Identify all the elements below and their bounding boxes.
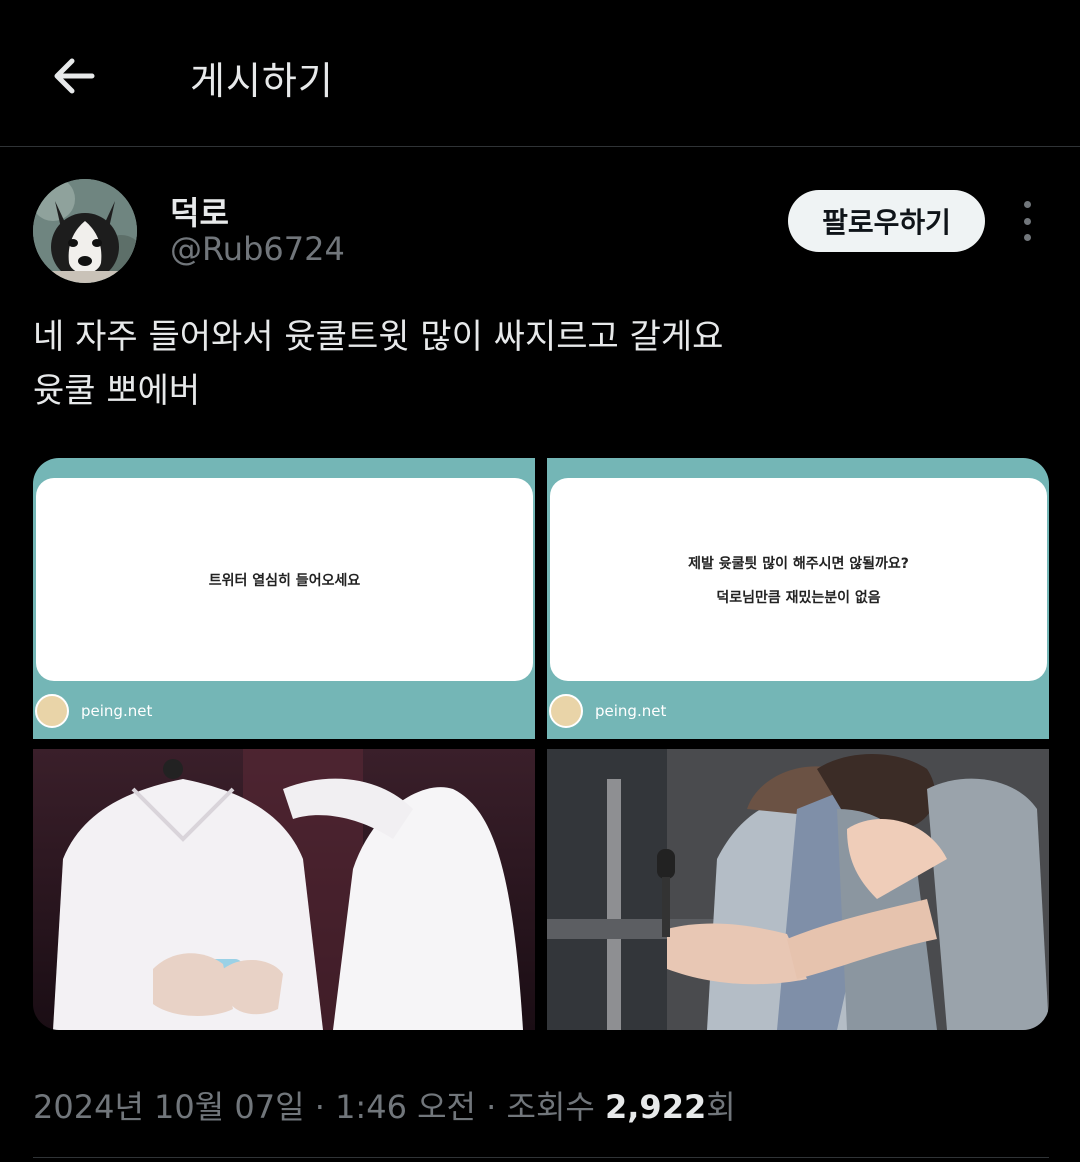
user-handle[interactable]: @Rub6724	[170, 230, 345, 268]
peing-logo-icon	[35, 694, 69, 728]
meta-separator: ·	[486, 1088, 497, 1126]
media-photo-1[interactable]	[33, 749, 535, 1030]
peing-question-card: 제발 윳쿨틧 많이 해주시면 않될까요? 덕로님만큼 재밌는분이 없음	[550, 478, 1047, 681]
peing-question-text: 트위터 열심히 들어오세요	[208, 572, 361, 589]
display-name[interactable]: 덕로	[170, 188, 229, 234]
more-vertical-icon-dot	[1023, 217, 1031, 225]
peing-source-label: peing.net	[595, 702, 667, 720]
follow-button[interactable]: 팔로우하기	[788, 190, 985, 252]
meta-separator: ·	[314, 1088, 325, 1126]
peing-question-text: 제발 윳쿨틧 많이 해주시면 않될까요?	[688, 555, 909, 572]
media-grid: 트위터 열심히 들어오세요 peing.net 제발 윳쿨틧 많이 해주시면 않…	[33, 458, 1049, 1030]
tweet-meta: 2024년 10월 07일 · 1:46 오전 · 조회수 2,922회	[33, 1082, 736, 1128]
views-suffix: 회	[706, 1088, 736, 1126]
tweet-time: 1:46 오전	[335, 1088, 476, 1126]
tweet-date: 2024년 10월 07일	[33, 1088, 305, 1126]
tweet-line: 네 자주 들어와서 윳쿨트윗 많이 싸지르고 갈게요	[33, 317, 724, 357]
peing-question-text: 덕로님만큼 재밌는분이 없음	[716, 589, 881, 606]
top-bar: 게시하기	[0, 0, 1080, 147]
peing-logo-icon	[549, 694, 583, 728]
tweet-line: 윳쿨 뽀에버	[33, 371, 201, 411]
arrow-left-icon	[54, 58, 95, 94]
concert-photo	[547, 749, 1049, 1030]
concert-photo	[33, 749, 535, 1030]
peing-source-label: peing.net	[81, 702, 153, 720]
peing-question-card: 트위터 열심히 들어오세요	[36, 478, 533, 681]
tweet-text: 네 자주 들어와서 윳쿨트윗 많이 싸지르고 갈게요 윳쿨 뽀에버	[33, 310, 1033, 418]
divider	[33, 1157, 1049, 1158]
more-vertical-icon-dot	[1023, 234, 1031, 241]
husky-avatar	[33, 179, 137, 283]
page-title: 게시하기	[190, 59, 334, 103]
back-button[interactable]	[48, 50, 100, 102]
views-count: 2,922	[605, 1088, 707, 1126]
more-vertical-icon	[1023, 201, 1031, 208]
views-label: 조회수	[506, 1088, 595, 1126]
media-peing-card-1[interactable]: 트위터 열심히 들어오세요 peing.net	[33, 458, 535, 739]
more-button[interactable]	[1012, 201, 1042, 241]
media-peing-card-2[interactable]: 제발 윳쿨틧 많이 해주시면 않될까요? 덕로님만큼 재밌는분이 없음 pein…	[547, 458, 1049, 739]
media-photo-2[interactable]	[547, 749, 1049, 1030]
avatar[interactable]	[33, 179, 137, 283]
